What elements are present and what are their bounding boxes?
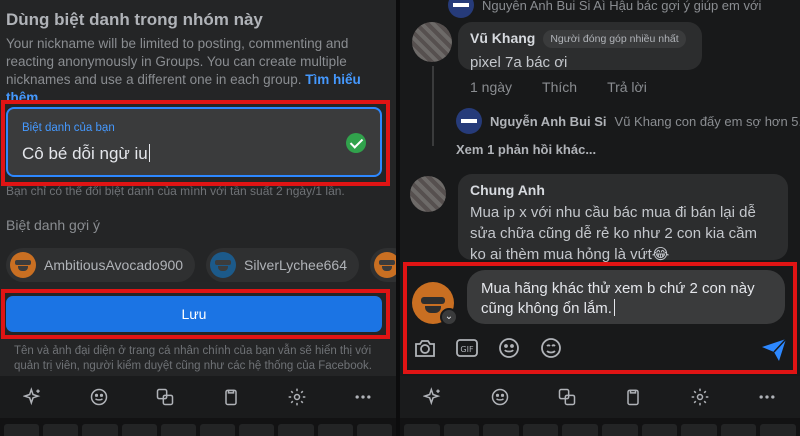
check-icon xyxy=(346,133,366,153)
comment-bubble: Chung Anh Mua ip x với nhu cầu bác mua đ… xyxy=(458,174,788,263)
composer-tools: GIF xyxy=(411,334,565,362)
emoji-icon[interactable] xyxy=(495,334,523,362)
reply-preview[interactable]: Nguyễn Anh Bui Si Vũ Khang con đấy em sợ… xyxy=(456,108,800,134)
nickname-description-text: Your nickname will be limited to posting… xyxy=(6,36,349,87)
comment-author[interactable]: Vũ Khang Người đóng góp nhiều nhất xyxy=(470,30,690,48)
privacy-note: Tên và ảnh đại diện ở trang cá nhân chín… xyxy=(14,345,372,372)
comment-bubble: Vũ Khang Người đóng góp nhiều nhất pixel … xyxy=(458,22,702,71)
thread-line xyxy=(432,66,434,146)
keyboard-toolbar xyxy=(0,376,396,418)
settings-icon[interactable] xyxy=(286,386,308,408)
more-icon[interactable] xyxy=(756,386,778,408)
suggestion-chip-label: AmbitiousAvocado900 xyxy=(44,257,184,273)
frequency-note: Bạn chỉ có thể đổi biệt danh của mình vớ… xyxy=(6,184,345,198)
settings-icon[interactable] xyxy=(689,386,711,408)
save-button[interactable]: Lưu xyxy=(6,296,382,332)
translate-icon[interactable] xyxy=(556,386,578,408)
nickname-title: Dùng biệt danh trong nhóm này xyxy=(6,10,263,29)
sparkle-icon[interactable] xyxy=(22,386,44,408)
camera-icon[interactable] xyxy=(411,334,439,362)
avatar xyxy=(456,108,482,134)
avatar[interactable] xyxy=(412,22,452,62)
text-caret xyxy=(148,144,150,162)
reply-button[interactable]: Trả lời xyxy=(607,79,647,95)
nickname-description: Your nickname will be limited to posting… xyxy=(6,35,378,107)
suggestion-chip[interactable] xyxy=(370,248,396,282)
send-icon[interactable] xyxy=(761,338,787,362)
comment-input[interactable]: Mua hãng khác thử xem b chứ 2 con này cũ… xyxy=(467,270,785,324)
suggestion-chip-label: SilverLychee664 xyxy=(244,257,347,273)
keyboard-keys xyxy=(0,418,396,436)
avatar xyxy=(448,0,474,18)
comment-actions: 1 ngày Thích Trả lời xyxy=(470,79,647,95)
comment-input-text: Mua hãng khác thử xem b chứ 2 con này cũ… xyxy=(481,280,755,317)
view-more-replies[interactable]: Xem 1 phản hồi khác... xyxy=(456,142,596,157)
chevron-down-icon[interactable]: ⌄ xyxy=(440,308,458,326)
svg-text:GIF: GIF xyxy=(460,345,474,354)
comment-text: pixel 7a bác ơi xyxy=(470,54,568,71)
clipboard-icon[interactable] xyxy=(220,386,242,408)
comment-composer: ⌄ Mua hãng khác thử xem b chứ 2 con này … xyxy=(403,262,797,374)
suggestion-chip[interactable]: SilverLychee664 xyxy=(206,248,359,282)
comment-text: Mua ip x với nhu cầu bác mua đi bán lại … xyxy=(470,204,757,263)
nickname-input-value[interactable]: Cô bé dỗi ngừ iu xyxy=(22,144,150,164)
reply-text: Vũ Khang con đấy em sợ hơn 5... xyxy=(614,113,800,129)
emoji-icon[interactable] xyxy=(88,386,110,408)
sparkle-icon[interactable] xyxy=(422,386,444,408)
nickname-input[interactable]: Biệt danh của bạn Cô bé dỗi ngừ iu xyxy=(6,107,382,177)
more-icon[interactable] xyxy=(352,386,374,408)
keyboard-keys xyxy=(400,418,800,436)
incognito-avatar-icon xyxy=(210,252,236,278)
incognito-avatar-icon xyxy=(374,252,396,278)
nickname-input-label: Biệt danh của bạn xyxy=(22,122,115,134)
incognito-avatar-icon xyxy=(10,252,36,278)
partial-reply-text: Nguyễn Anh Bui Si Aì Hậu bác gợi ý giúp … xyxy=(482,0,762,13)
translate-icon[interactable] xyxy=(154,386,176,408)
nickname-panel: Dùng biệt danh trong nhóm này Your nickn… xyxy=(0,0,396,436)
emoji-icon[interactable] xyxy=(489,386,511,408)
like-button[interactable]: Thích xyxy=(542,79,577,95)
gif-icon[interactable]: GIF xyxy=(453,334,481,362)
keyboard-toolbar xyxy=(400,376,800,418)
comment-time: 1 ngày xyxy=(470,79,513,95)
clipboard-icon[interactable] xyxy=(622,386,644,408)
partial-reply[interactable]: Nguyễn Anh Bui Si Aì Hậu bác gợi ý giúp … xyxy=(448,0,761,18)
top-contributor-badge: Người đóng góp nhiều nhất xyxy=(543,30,686,48)
suggestion-chip[interactable]: AmbitiousAvocado900 xyxy=(6,248,196,282)
text-caret xyxy=(613,299,615,316)
sticker-icon[interactable] xyxy=(537,334,565,362)
suggestions-title: Biệt danh gợi ý xyxy=(6,217,101,233)
avatar[interactable] xyxy=(410,176,446,212)
reply-author: Nguyễn Anh Bui Si xyxy=(490,113,607,129)
comment-author[interactable]: Chung Anh xyxy=(470,182,776,198)
nickname-input-text: Cô bé dỗi ngừ iu xyxy=(22,144,148,163)
